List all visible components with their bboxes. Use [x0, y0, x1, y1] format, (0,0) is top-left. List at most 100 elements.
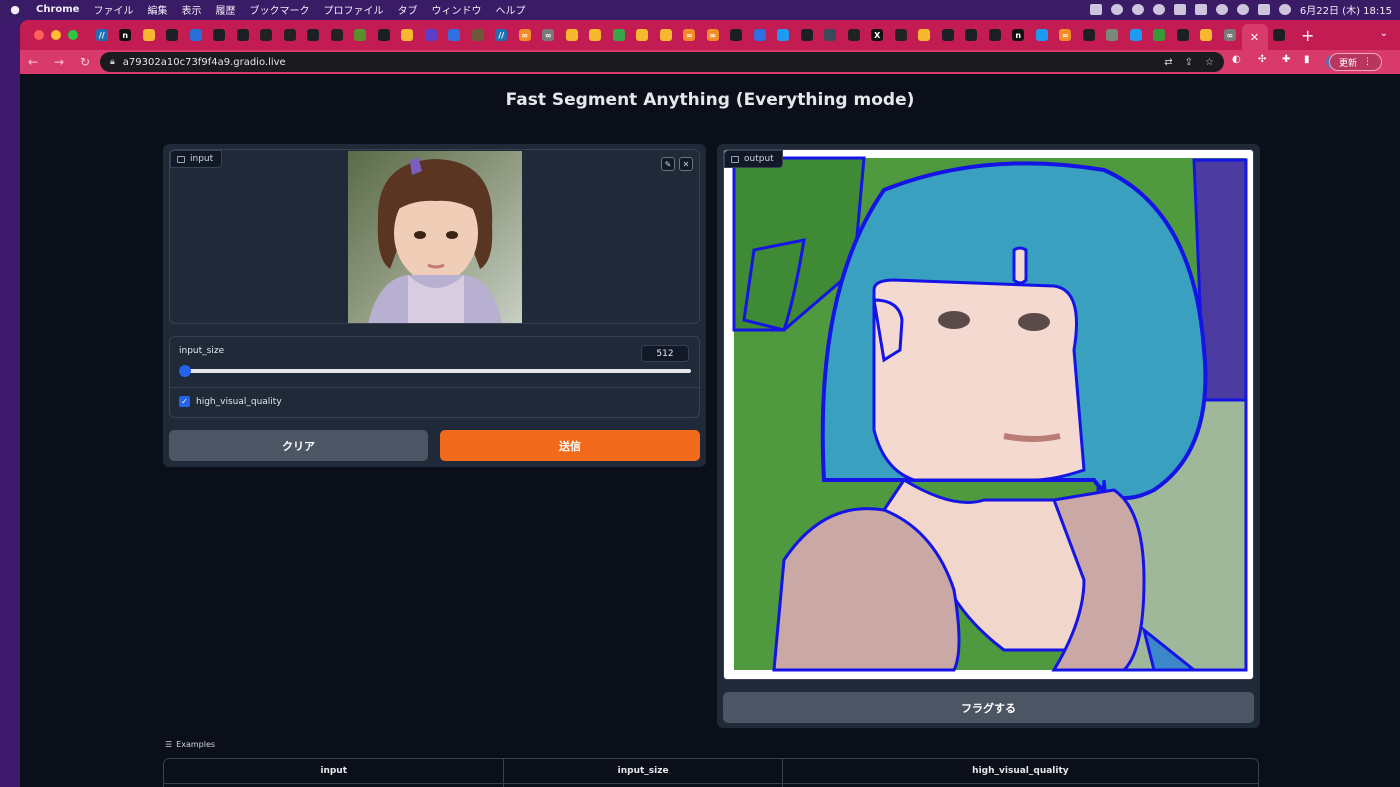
wifi-icon[interactable]: [1215, 3, 1228, 15]
menu-window[interactable]: ウィンドウ: [431, 2, 481, 17]
tab[interactable]: [1148, 24, 1172, 46]
menu-history[interactable]: 履歴: [215, 2, 235, 17]
forward-button[interactable]: →: [46, 55, 72, 69]
tab[interactable]: [960, 24, 984, 46]
app-menu-name[interactable]: Chrome: [36, 4, 79, 15]
tab[interactable]: ∞: [537, 24, 561, 46]
tab[interactable]: [795, 24, 819, 46]
status-app-icon[interactable]: [1110, 3, 1123, 15]
tab[interactable]: //: [90, 24, 114, 46]
tab[interactable]: [631, 24, 655, 46]
flag-button[interactable]: フラグする: [723, 692, 1254, 723]
tab[interactable]: X: [866, 24, 890, 46]
tab[interactable]: [772, 24, 796, 46]
back-button[interactable]: ←: [20, 55, 46, 69]
menubar-clock[interactable]: 6月22日 (木) 18:15: [1300, 2, 1392, 17]
tab[interactable]: [1030, 24, 1054, 46]
close-window-button[interactable]: [34, 30, 44, 40]
puzzle-extensions-icon[interactable]: ✚: [1282, 54, 1290, 65]
tab[interactable]: [137, 24, 161, 46]
side-panel-icon[interactable]: ▮: [1304, 54, 1310, 65]
update-button[interactable]: 更新 ⋮: [1328, 53, 1382, 71]
status-app-icon[interactable]: [1131, 3, 1144, 15]
submit-button[interactable]: 送信: [440, 430, 700, 461]
tab[interactable]: [255, 24, 279, 46]
tab[interactable]: [913, 24, 937, 46]
share-icon[interactable]: ⇪: [1185, 57, 1193, 68]
bookmark-star-icon[interactable]: ☆: [1205, 57, 1214, 68]
tab[interactable]: [654, 24, 678, 46]
tab[interactable]: [936, 24, 960, 46]
tab[interactable]: [560, 24, 584, 46]
tab-search-chevron-icon[interactable]: ⌄: [1380, 28, 1388, 39]
tab[interactable]: [725, 24, 749, 46]
clear-button[interactable]: クリア: [169, 430, 428, 461]
close-tab-icon[interactable]: ✕: [1250, 31, 1259, 44]
tab[interactable]: ∞: [678, 24, 702, 46]
tab[interactable]: [584, 24, 608, 46]
battery-icon[interactable]: [1194, 3, 1207, 15]
tab[interactable]: [208, 24, 232, 46]
high-visual-quality-checkbox[interactable]: ✓: [179, 396, 190, 407]
apple-icon[interactable]: ●: [8, 3, 22, 16]
close-icon[interactable]: ✕: [679, 157, 693, 171]
input-size-number-input[interactable]: 512: [641, 345, 689, 362]
tab[interactable]: [302, 24, 326, 46]
edit-icon[interactable]: ✎: [661, 157, 675, 171]
status-app-icon[interactable]: [1089, 3, 1102, 15]
address-bar[interactable]: 🔒︎ a79302a10c73f9f4a9.gradio.live ⇄ ⇪ ☆: [100, 52, 1224, 72]
siri-icon[interactable]: [1278, 3, 1291, 15]
extension-icon[interactable]: ✣: [1258, 54, 1266, 65]
tab[interactable]: [466, 24, 490, 46]
tab[interactable]: n: [1007, 24, 1031, 46]
tab[interactable]: [419, 24, 443, 46]
search-icon[interactable]: [1236, 3, 1249, 15]
tab[interactable]: [349, 24, 373, 46]
tab[interactable]: [1077, 24, 1101, 46]
menu-file[interactable]: ファイル: [93, 2, 133, 17]
input-image-upload[interactable]: input ✎ ✕: [169, 149, 700, 324]
tab[interactable]: [1171, 24, 1195, 46]
tab[interactable]: [1268, 24, 1292, 46]
tab[interactable]: [1101, 24, 1125, 46]
tab[interactable]: [748, 24, 772, 46]
lock-icon[interactable]: 🔒︎: [110, 57, 115, 67]
tab[interactable]: ∞: [1054, 24, 1078, 46]
menu-tab[interactable]: タブ: [397, 2, 417, 17]
tab[interactable]: [161, 24, 185, 46]
menu-help[interactable]: ヘルプ: [495, 2, 525, 17]
menu-profiles[interactable]: プロファイル: [323, 2, 383, 17]
tab[interactable]: [983, 24, 1007, 46]
tab[interactable]: ∞: [701, 24, 725, 46]
tab[interactable]: [231, 24, 255, 46]
url-text[interactable]: a79302a10c73f9f4a9.gradio.live: [123, 57, 286, 68]
menu-bookmarks[interactable]: ブックマーク: [249, 2, 309, 17]
tab[interactable]: n: [114, 24, 138, 46]
menu-edit[interactable]: 編集: [147, 2, 167, 17]
tab[interactable]: ∞: [513, 24, 537, 46]
tab[interactable]: [372, 24, 396, 46]
tab[interactable]: [184, 24, 208, 46]
zoom-window-button[interactable]: [68, 30, 78, 40]
minimize-window-button[interactable]: [51, 30, 61, 40]
tab[interactable]: [819, 24, 843, 46]
tab[interactable]: [889, 24, 913, 46]
extension-icon[interactable]: ◐: [1232, 54, 1241, 65]
tab[interactable]: [1124, 24, 1148, 46]
input-size-slider-track[interactable]: [183, 369, 691, 373]
control-center-icon[interactable]: [1257, 3, 1270, 15]
translate-icon[interactable]: ⇄: [1164, 57, 1172, 68]
reload-button[interactable]: ↻: [72, 55, 98, 69]
tab[interactable]: //: [490, 24, 514, 46]
tab[interactable]: [325, 24, 349, 46]
checkbox-label[interactable]: high_visual_quality: [196, 397, 282, 407]
new-tab-button[interactable]: +: [1301, 26, 1314, 45]
active-tab[interactable]: ✕: [1241, 24, 1268, 50]
tab[interactable]: [396, 24, 420, 46]
tab[interactable]: [607, 24, 631, 46]
tab[interactable]: [443, 24, 467, 46]
input-size-slider-thumb[interactable]: [179, 365, 191, 377]
tab[interactable]: [278, 24, 302, 46]
menu-view[interactable]: 表示: [181, 2, 201, 17]
tab[interactable]: [842, 24, 866, 46]
